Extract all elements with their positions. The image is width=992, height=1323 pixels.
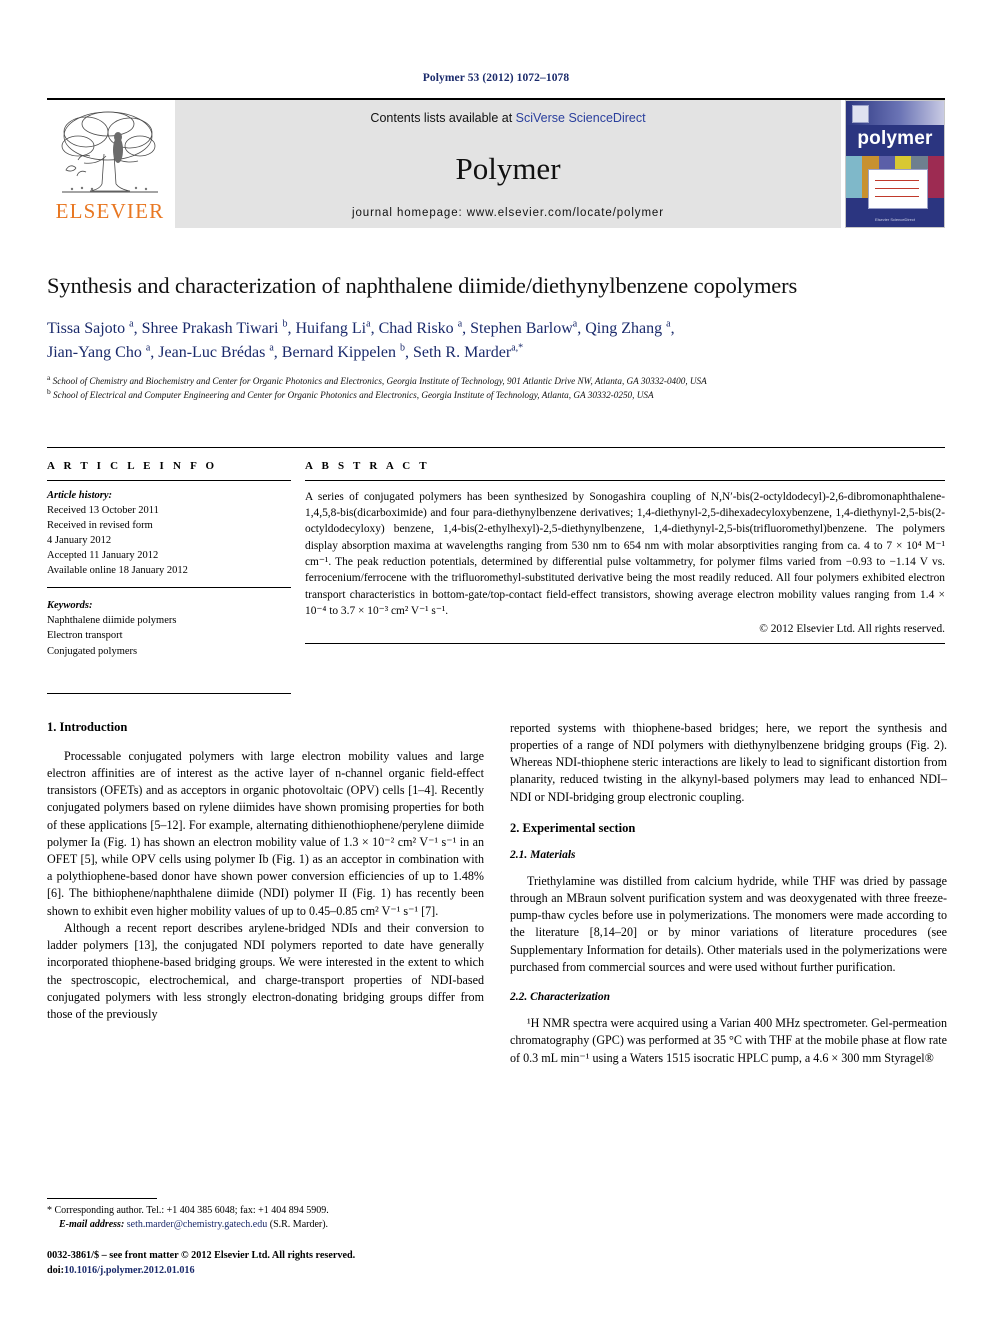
elsevier-logo: ELSEVIER: [47, 100, 173, 228]
affiliation-b: b School of Electrical and Computer Engi…: [47, 386, 654, 400]
history-item: Accepted 11 January 2012: [47, 550, 159, 561]
email-label: E-mail address:: [59, 1219, 125, 1231]
history-item: Received in revised form: [47, 519, 153, 531]
keyword-item: Electron transport: [47, 630, 123, 642]
collage-cell: [846, 156, 863, 198]
keywords-label: Keywords:: [47, 600, 93, 612]
abstract-text: A series of conjugated polymers has been…: [305, 490, 945, 618]
masthead-center-panel: Contents lists available at SciVerse Sci…: [175, 100, 841, 228]
journal-masthead: ELSEVIER Contents lists available at Sci…: [47, 98, 945, 228]
sciencedirect-link[interactable]: SciVerse ScienceDirect: [516, 111, 646, 125]
journal-title: Polymer: [455, 150, 561, 186]
materials-paragraph: Triethylamine was distilled from calcium…: [510, 873, 947, 974]
article-history-label: Article history:: [47, 489, 113, 501]
page-footer: * Corresponding author. Tel.: +1 404 385…: [47, 1197, 484, 1279]
journal-homepage-link[interactable]: journal homepage: www.elsevier.com/locat…: [352, 207, 664, 219]
abstract-copyright: © 2012 Elsevier Ltd. All rights reserved…: [759, 623, 945, 636]
section-heading-experimental: 2. Experimental section: [510, 820, 636, 835]
intro-paragraph-2: Although a recent report describes aryle…: [47, 920, 484, 1021]
keyword-item: Naphthalene diimide polymers: [47, 615, 177, 627]
history-item: 4 January 2012: [47, 534, 112, 546]
affiliation-a-text: School of Chemistry and Biochemistry and…: [52, 376, 707, 387]
email-owner: (S.R. Marder).: [269, 1219, 329, 1231]
keywords-block: Keywords: Naphthalene diimide polymers E…: [47, 588, 291, 658]
cover-inset-figure: [868, 169, 928, 209]
title-block: Synthesis and characterization of naphth…: [47, 272, 945, 403]
affiliation-a: a School of Chemistry and Biochemistry a…: [47, 373, 707, 387]
left-column: 1. Introduction Processable conjugated p…: [47, 720, 484, 1067]
corresponding-author-line: * Corresponding author. Tel.: +1 404 385…: [47, 1204, 329, 1216]
subsection-heading-materials: 2.1. Materials: [510, 848, 576, 861]
abstract-column: A B S T R A C T A series of conjugated p…: [305, 448, 945, 694]
elsevier-cover-mark-icon: [852, 105, 869, 123]
corresponding-author-note: * Corresponding author. Tel.: +1 404 385…: [47, 1204, 484, 1234]
affiliation-b-text: School of Electrical and Computer Engine…: [53, 389, 654, 400]
body-columns: 1. Introduction Processable conjugated p…: [47, 720, 947, 1067]
author-line-1: Tissa Sajoto a, Shree Prakash Tiwari b, …: [47, 319, 675, 338]
elsevier-tree-icon: [61, 111, 158, 193]
abstract-heading: A B S T R A C T: [305, 459, 430, 472]
divider: [47, 692, 291, 694]
doi-label: doi:: [47, 1265, 64, 1277]
collage-cell: [927, 156, 944, 198]
email-address-link[interactable]: seth.marder@chemistry.gatech.edu: [127, 1219, 267, 1230]
history-item: Available online 18 January 2012: [47, 565, 188, 577]
info-abstract-region: A R T I C L E I N F O Article history: R…: [47, 446, 945, 694]
right-column: reported systems with thiophene-based br…: [510, 720, 947, 1067]
cover-footer-text: Elsevier ScienceDirect: [874, 217, 915, 222]
keyword-item: Conjugated polymers: [47, 645, 138, 657]
journal-cover-thumbnail: polymer Elsevier ScienceDirect: [845, 100, 945, 228]
article-history-block: Article history: Received 13 October 201…: [47, 481, 291, 579]
article-info-heading: A R T I C L E I N F O: [47, 459, 218, 472]
cover-journal-title: polymer: [857, 128, 933, 149]
email-line: E-mail address: seth.marder@chemistry.ga…: [47, 1218, 484, 1233]
issn-copyright-block: 0032-3861/$ – see front matter © 2012 El…: [47, 1249, 484, 1279]
intro-paragraph-1: Processable conjugated polymers with lar…: [47, 748, 484, 918]
elsevier-wordmark: ELSEVIER: [55, 199, 165, 223]
paper-page: Polymer 53 (2012) 1072–1078 ELSEVIER Con…: [0, 0, 992, 1323]
subsection-heading-characterization: 2.2. Characterization: [510, 991, 611, 1004]
section-heading-introduction: 1. Introduction: [47, 719, 128, 734]
history-item: Received 13 October 2011: [47, 504, 159, 516]
article-info-column: A R T I C L E I N F O Article history: R…: [47, 448, 305, 694]
issn-line: 0032-3861/$ – see front matter © 2012 El…: [47, 1250, 356, 1262]
footnote-divider: [47, 1197, 157, 1199]
page-title: Synthesis and characterization of naphth…: [47, 273, 798, 298]
contents-available-line: Contents lists available at SciVerse Sci…: [370, 111, 645, 125]
contents-prefix: Contents lists available at: [370, 111, 516, 125]
author-line-2: Jian-Yang Cho a, Jean-Luc Brédas a, Bern…: [47, 343, 524, 362]
divider: [305, 643, 945, 645]
characterization-paragraph: ¹H NMR spectra were acquired using a Var…: [510, 1016, 947, 1065]
author-list: Tissa Sajoto a, Shree Prakash Tiwari b, …: [47, 317, 945, 365]
doi-line: doi:10.1016/j.polymer.2012.01.016: [47, 1264, 484, 1279]
affiliations: a School of Chemistry and Biochemistry a…: [47, 373, 945, 402]
intro-paragraph-2-continued: reported systems with thiophene-based br…: [510, 720, 947, 804]
doi-link[interactable]: 10.1016/j.polymer.2012.01.016: [64, 1265, 195, 1276]
running-head: Polymer 53 (2012) 1072–1078: [422, 72, 570, 84]
